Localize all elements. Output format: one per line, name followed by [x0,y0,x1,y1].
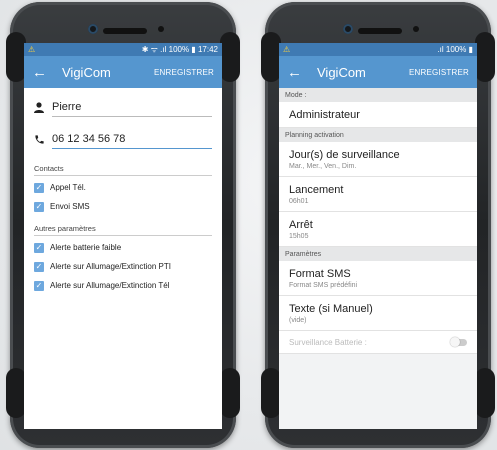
checkbox-label: Alerte sur Allumage/Extinction PTI [50,262,171,271]
bumper [475,32,495,82]
app-title: VigiCom [62,64,111,80]
camera-icon [343,24,353,34]
checkbox-low-battery[interactable]: ✓ Alerte batterie faible [34,240,212,255]
signal-icons: ✱ ᯤ .ıl [141,45,167,54]
battery-icon: ▮ [191,45,196,54]
setting-title: Format SMS [289,268,351,280]
checkbox-label: Appel Tél. [50,183,86,192]
mode-setting[interactable]: Administrateur [279,102,477,128]
checkbox-checked-icon[interactable]: ✓ [34,280,44,291]
save-button[interactable]: ENREGISTRER [154,68,214,77]
battery-percent: 100% [168,45,190,54]
mode-header: Mode : [279,88,477,102]
setting-subtitle: Format SMS prédéfini [289,282,358,289]
app-title: VigiCom [317,64,366,80]
bumper [220,368,240,418]
params-header: Paramètres [279,247,477,261]
phone-icon [34,134,52,148]
sensor [158,26,164,32]
back-arrow-icon[interactable]: ← [32,64,54,81]
setting-title: Surveillance Batterie : [289,338,367,347]
setting-subtitle: Mar., Mer., Ven., Dim. [289,163,357,170]
setting-title: Texte (si Manuel) [289,303,373,315]
bumper [6,32,26,82]
status-bar: ⚠ .ıl 100% ▮ [279,43,477,56]
sensor [413,26,419,32]
phone-field[interactable]: 06 12 34 56 78 [34,128,212,154]
checkbox-call[interactable]: ✓ Appel Tél. [34,180,212,195]
warning-icon: ⚠ [283,45,291,54]
days-setting[interactable]: Jour(s) de surveillance Mar., Mer., Ven.… [279,142,477,177]
setting-subtitle: 06h01 [289,198,309,205]
checkbox-sms[interactable]: ✓ Envoi SMS [34,199,212,214]
contacts-header: Contacts [34,164,212,176]
left-phone-device: ⚠ ✱ ᯤ .ıl 100% ▮ 17:42 ← VigiCom ENREGIS… [6,2,240,448]
bumper [6,368,26,418]
battery-percent: 100% [445,45,467,54]
setting-title: Jour(s) de surveillance [289,149,400,161]
phone-input[interactable]: 06 12 34 56 78 [52,133,212,149]
battery-watch-setting[interactable]: Surveillance Batterie : [279,331,477,354]
checkbox-label: Alerte batterie faible [50,243,122,252]
manual-text-setting[interactable]: Texte (si Manuel) (vide) [279,296,477,331]
bumper [475,368,495,418]
checkbox-pti-power[interactable]: ✓ Alerte sur Allumage/Extinction PTI [34,259,212,274]
bumper [220,32,240,82]
warning-icon: ⚠ [28,45,36,54]
other-params-header: Autres paramètres [34,224,212,236]
app-bar: ← VigiCom ENREGISTRER [279,56,477,88]
status-bar: ⚠ ✱ ᯤ .ıl 100% ▮ 17:42 [24,43,222,56]
status-right: ✱ ᯤ .ıl 100% ▮ 17:42 [142,44,218,55]
bumper [261,368,281,418]
speaker-grille [358,28,402,34]
checkbox-phone-power[interactable]: ✓ Alerte sur Allumage/Extinction Tél [34,278,212,293]
camera-icon [88,24,98,34]
setting-subtitle: 15h05 [289,233,309,240]
status-right: .ıl 100% ▮ [437,45,473,54]
clock: 17:42 [197,45,218,54]
left-screen: ⚠ ✱ ᯤ .ıl 100% ▮ 17:42 ← VigiCom ENREGIS… [24,43,222,429]
checkbox-checked-icon[interactable]: ✓ [34,261,44,272]
bumper [261,32,281,82]
stop-time-setting[interactable]: Arrêt 15h05 [279,212,477,247]
battery-watch-toggle[interactable] [450,337,467,347]
speaker-grille [103,28,147,34]
name-field[interactable]: Pierre [34,96,212,122]
start-time-setting[interactable]: Lancement 06h01 [279,177,477,212]
setting-title: Lancement [289,184,344,196]
person-icon [34,102,52,116]
setting-title: Arrêt [289,219,313,231]
mode-value: Administrateur [289,109,360,121]
battery-icon: ▮ [468,45,473,54]
name-input[interactable]: Pierre [52,101,212,117]
back-arrow-icon[interactable]: ← [287,64,309,81]
checkbox-checked-icon[interactable]: ✓ [34,182,44,193]
right-phone-device: ⚠ .ıl 100% ▮ ← VigiCom ENREGISTRER Mode … [261,2,495,448]
checkbox-label: Alerte sur Allumage/Extinction Tél [50,281,170,290]
right-screen: ⚠ .ıl 100% ▮ ← VigiCom ENREGISTRER Mode … [279,43,477,429]
setting-subtitle: (vide) [289,317,307,324]
checkbox-checked-icon[interactable]: ✓ [34,201,44,212]
planning-header: Planning activation [279,128,477,142]
checkbox-label: Envoi SMS [50,202,90,211]
save-button[interactable]: ENREGISTRER [409,68,469,77]
checkbox-checked-icon[interactable]: ✓ [34,242,44,253]
sms-format-setting[interactable]: Format SMS Format SMS prédéfini [279,261,477,296]
signal-icons: .ıl [437,45,444,54]
app-bar: ← VigiCom ENREGISTRER [24,56,222,88]
